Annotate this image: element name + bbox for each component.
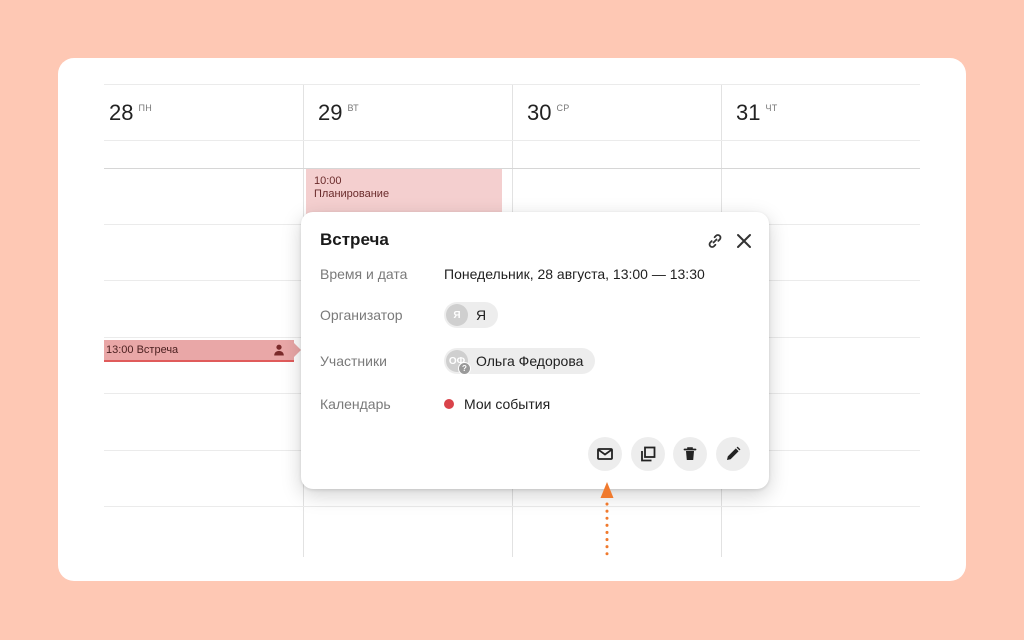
- field-label: Участники: [320, 353, 387, 369]
- day-header-thu[interactable]: 31 ЧТ: [736, 102, 778, 124]
- day-number: 31: [736, 100, 761, 125]
- row-datetime: Время и дата Понедельник, 28 августа, 13…: [320, 261, 749, 287]
- field-label: Время и дата: [320, 266, 408, 282]
- grid-line: [104, 506, 920, 507]
- avatar: Я: [446, 304, 468, 326]
- calendar-name: Мои события: [464, 396, 551, 412]
- row-calendar: Календарь Мои события: [320, 391, 749, 417]
- participant-chip[interactable]: ОФ ? Ольга Федорова: [444, 348, 596, 375]
- row-participants: Участники ОФ ? Ольга Федорова: [320, 348, 749, 375]
- copy-icon: [641, 446, 656, 462]
- calendar-color-dot: [444, 399, 454, 409]
- person-icon: [274, 344, 284, 356]
- edit-icon: [727, 446, 741, 460]
- grid-line: [104, 140, 920, 141]
- close-icon: [737, 234, 751, 248]
- mail-icon: [597, 448, 613, 460]
- field-label: Организатор: [320, 307, 403, 323]
- close-button[interactable]: [732, 229, 756, 253]
- link-icon: [708, 234, 722, 248]
- popup-title: Встреча: [320, 230, 389, 249]
- event-planning[interactable]: 10:00 Планирование: [306, 169, 502, 217]
- day-header-tue[interactable]: 29 ВТ: [318, 102, 359, 124]
- event-pointer: [294, 343, 301, 357]
- day-name: ВТ: [347, 103, 359, 113]
- field-label: Календарь: [320, 396, 391, 412]
- event-meeting[interactable]: 13:00 Встреча: [104, 340, 301, 362]
- day-name: ЧТ: [765, 103, 778, 113]
- edit-button[interactable]: [716, 437, 750, 471]
- event-title: Планирование: [314, 188, 390, 200]
- datetime-value: Понедельник, 28 августа, 13:00 — 13:30: [444, 266, 705, 282]
- organizer-chip[interactable]: Я Я: [444, 302, 499, 328]
- delete-button[interactable]: [673, 437, 707, 471]
- day-number: 30: [527, 100, 552, 125]
- participant-name: Ольга Федорова: [476, 353, 584, 369]
- day-header-mon[interactable]: 28 ПН: [109, 102, 152, 124]
- copy-link-button[interactable]: [703, 229, 727, 253]
- day-name: ПН: [138, 103, 153, 113]
- grid-line: [104, 84, 920, 85]
- question-badge-icon: ?: [458, 362, 471, 375]
- organizer-name: Я: [476, 307, 487, 323]
- event-time: 10:00: [314, 175, 342, 187]
- pointer-arrow-icon: [600, 482, 614, 556]
- day-number: 28: [109, 100, 134, 125]
- day-number: 29: [318, 100, 343, 125]
- grid-line: [104, 168, 920, 169]
- send-email-button[interactable]: [588, 437, 622, 471]
- avatar: ОФ ?: [446, 350, 471, 375]
- row-organizer: Организатор Я Я: [320, 302, 749, 328]
- trash-icon: [683, 447, 697, 460]
- day-header-wed[interactable]: 30 СР: [527, 102, 570, 124]
- event-label: 13:00 Встреча: [106, 344, 179, 356]
- duplicate-button[interactable]: [631, 437, 665, 471]
- day-name: СР: [556, 103, 570, 113]
- event-details-popup: Встреча Время и дата Понедельник, 28 авг…: [301, 212, 769, 489]
